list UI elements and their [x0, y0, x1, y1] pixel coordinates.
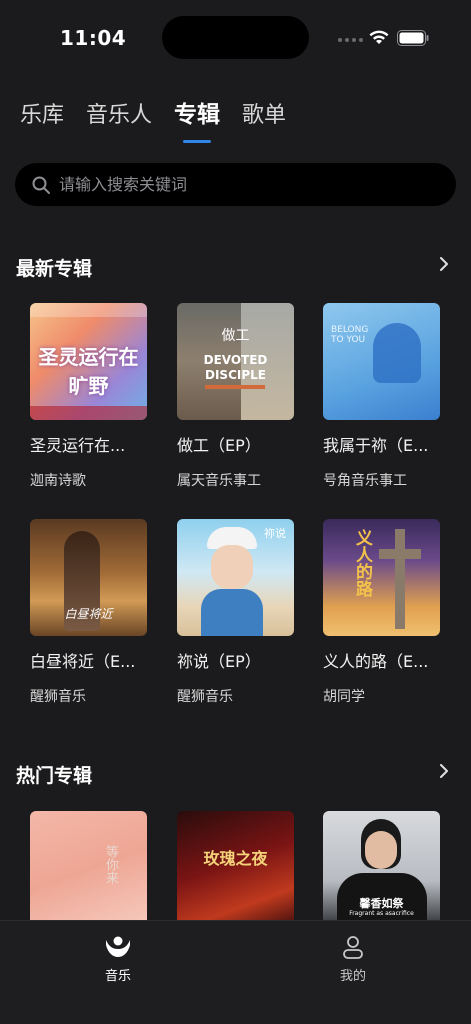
album-card[interactable]: 馨香如祭 Fragrant as asacrifice	[323, 811, 443, 928]
album-artist: 醒狮音乐	[177, 689, 233, 705]
cellular-signal-icon	[338, 38, 363, 42]
active-tab-indicator	[183, 140, 212, 143]
album-cover: 白昼将近	[30, 519, 147, 636]
album-artist: 迦南诗歌	[30, 473, 86, 489]
chevron-right-icon[interactable]	[437, 257, 451, 271]
album-title: 做工（EP）	[177, 436, 261, 455]
section-title-latest: 最新专辑	[16, 258, 93, 280]
album-cover: 圣灵运行在旷野	[30, 303, 147, 420]
search-input[interactable]	[59, 175, 429, 194]
search-icon	[32, 176, 50, 194]
status-time: 11:04	[60, 26, 127, 50]
profile-icon	[343, 936, 363, 959]
tab-musicians[interactable]: 音乐人	[86, 97, 152, 139]
nav-item-mine[interactable]: 我的	[323, 933, 383, 984]
album-card[interactable]: 等你来	[30, 811, 150, 928]
nav-label: 音乐	[104, 969, 131, 984]
album-cover: 义人的路	[323, 519, 440, 636]
nav-label: 我的	[339, 969, 366, 984]
nav-item-music[interactable]: 音乐	[88, 933, 148, 984]
album-card[interactable]: 义人的路 义人的路（E... 胡同学	[323, 519, 443, 706]
tab-playlists[interactable]: 歌单	[242, 97, 286, 139]
album-cover: BELONG TO YOU	[323, 303, 440, 420]
status-bar: 11:04	[0, 0, 471, 78]
wifi-icon	[369, 30, 389, 44]
album-artist: 号角音乐事工	[323, 473, 407, 489]
chevron-right-icon[interactable]	[437, 764, 451, 778]
dynamic-island	[162, 16, 309, 59]
album-card[interactable]: 白昼将近 白昼将近（E... 醒狮音乐	[30, 519, 150, 706]
album-cover: 玫瑰之夜	[177, 811, 294, 928]
search-bar[interactable]	[15, 163, 456, 206]
album-card[interactable]: BELONG TO YOU 我属于祢（E... 号角音乐事工	[323, 303, 443, 490]
album-artist: 属天音乐事工	[177, 473, 261, 489]
music-person-icon	[106, 936, 130, 957]
album-title: 祢说（EP）	[177, 652, 261, 671]
album-cover: 馨香如祭 Fragrant as asacrifice	[323, 811, 440, 928]
album-card[interactable]: 玫瑰之夜	[177, 811, 297, 928]
battery-icon	[397, 30, 429, 46]
album-title: 白昼将近（E...	[30, 652, 136, 671]
album-card[interactable]: 祢说 祢说（EP） 醒狮音乐	[177, 519, 297, 706]
album-artist: 醒狮音乐	[30, 689, 86, 705]
album-title: 义人的路（E...	[323, 652, 429, 671]
album-title: 我属于祢（E...	[323, 436, 429, 455]
tab-library[interactable]: 乐库	[20, 97, 64, 139]
album-cover: 祢说	[177, 519, 294, 636]
album-card[interactable]: 做工 DEVOTED DISCIPLE 做工（EP） 属天音乐事工	[177, 303, 297, 490]
top-tabs: 乐库 音乐人 专辑 歌单	[20, 95, 286, 143]
album-cover: 做工 DEVOTED DISCIPLE	[177, 303, 294, 420]
album-card[interactable]: 圣灵运行在旷野 圣灵运行在... 迦南诗歌	[30, 303, 150, 490]
album-cover: 等你来	[30, 811, 147, 928]
bottom-navigation: 音乐 我的	[0, 920, 471, 1024]
section-title-hot: 热门专辑	[16, 765, 93, 787]
tab-albums[interactable]: 专辑	[174, 95, 220, 143]
album-artist: 胡同学	[323, 689, 365, 705]
album-title: 圣灵运行在...	[30, 436, 126, 455]
